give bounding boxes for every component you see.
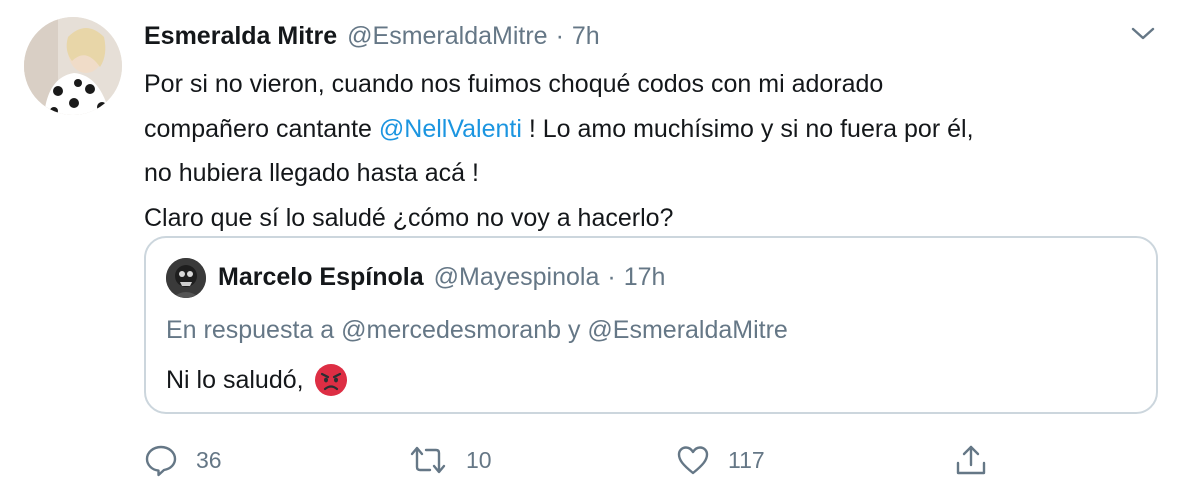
share-icon <box>954 443 988 477</box>
quoted-text-content: Ni lo saludó, <box>166 365 304 394</box>
like-button[interactable]: 117 <box>676 438 765 482</box>
tweet-text-segment: compañero cantante <box>144 114 379 143</box>
angry-face-icon <box>314 363 348 397</box>
chevron-down-icon[interactable] <box>1130 24 1156 44</box>
author-avatar[interactable] <box>24 17 122 115</box>
reply-count: 36 <box>196 446 222 473</box>
tweet-timestamp[interactable]: 7h <box>572 22 600 51</box>
quoted-tweet-timestamp: 17h <box>623 263 666 291</box>
reply-icon <box>144 443 178 477</box>
separator-dot: · <box>555 22 564 50</box>
author-handle[interactable]: @EsmeraldaMitre <box>347 22 547 51</box>
heart-icon <box>676 443 710 477</box>
tweet-header: Esmeralda Mitre @EsmeraldaMitre · 7h <box>144 22 600 56</box>
tweet-text-line: compañero cantante @NellValenti ! Lo amo… <box>144 107 1154 152</box>
mention-link[interactable]: @NellValenti <box>379 115 522 143</box>
separator-dot: · <box>607 263 616 291</box>
tweet: Esmeralda Mitre @EsmeraldaMitre · 7h Por… <box>0 0 1188 492</box>
quoted-tweet-header: Marcelo Espínola @Mayespinola · 17h <box>218 263 665 292</box>
tweet-text: Por si no vieron, cuando nos fuimos choq… <box>144 62 1154 240</box>
retweet-icon <box>408 443 448 477</box>
author-name[interactable]: Esmeralda Mitre <box>144 22 337 51</box>
share-button[interactable] <box>954 438 988 482</box>
retweet-button[interactable]: 10 <box>408 438 492 482</box>
quoted-author-avatar <box>166 258 206 298</box>
tweet-text-line: Por si no vieron, cuando nos fuimos choq… <box>144 70 884 98</box>
tweet-actions: 36 10 117 <box>144 438 1158 482</box>
like-count: 117 <box>728 446 765 473</box>
reply-button[interactable]: 36 <box>144 438 222 482</box>
quoted-tweet[interactable]: Marcelo Espínola @Mayespinola · 17h En r… <box>144 236 1158 414</box>
quoted-author-handle: @Mayespinola <box>433 263 600 291</box>
quoted-author-name: Marcelo Espínola <box>218 263 424 291</box>
replying-to-text: En respuesta a @mercedesmoranb y @Esmera… <box>166 316 788 344</box>
tweet-text-line: no hubiera llegado hasta acá ! <box>144 159 479 187</box>
tweet-text-line: Claro que sí lo saludé ¿cómo no voy a ha… <box>144 203 674 232</box>
retweet-count: 10 <box>466 446 492 473</box>
quoted-tweet-text: Ni lo saludó, <box>166 363 348 397</box>
tweet-text-segment: ! Lo amo muchísimo y si no fuera por él, <box>521 114 974 143</box>
